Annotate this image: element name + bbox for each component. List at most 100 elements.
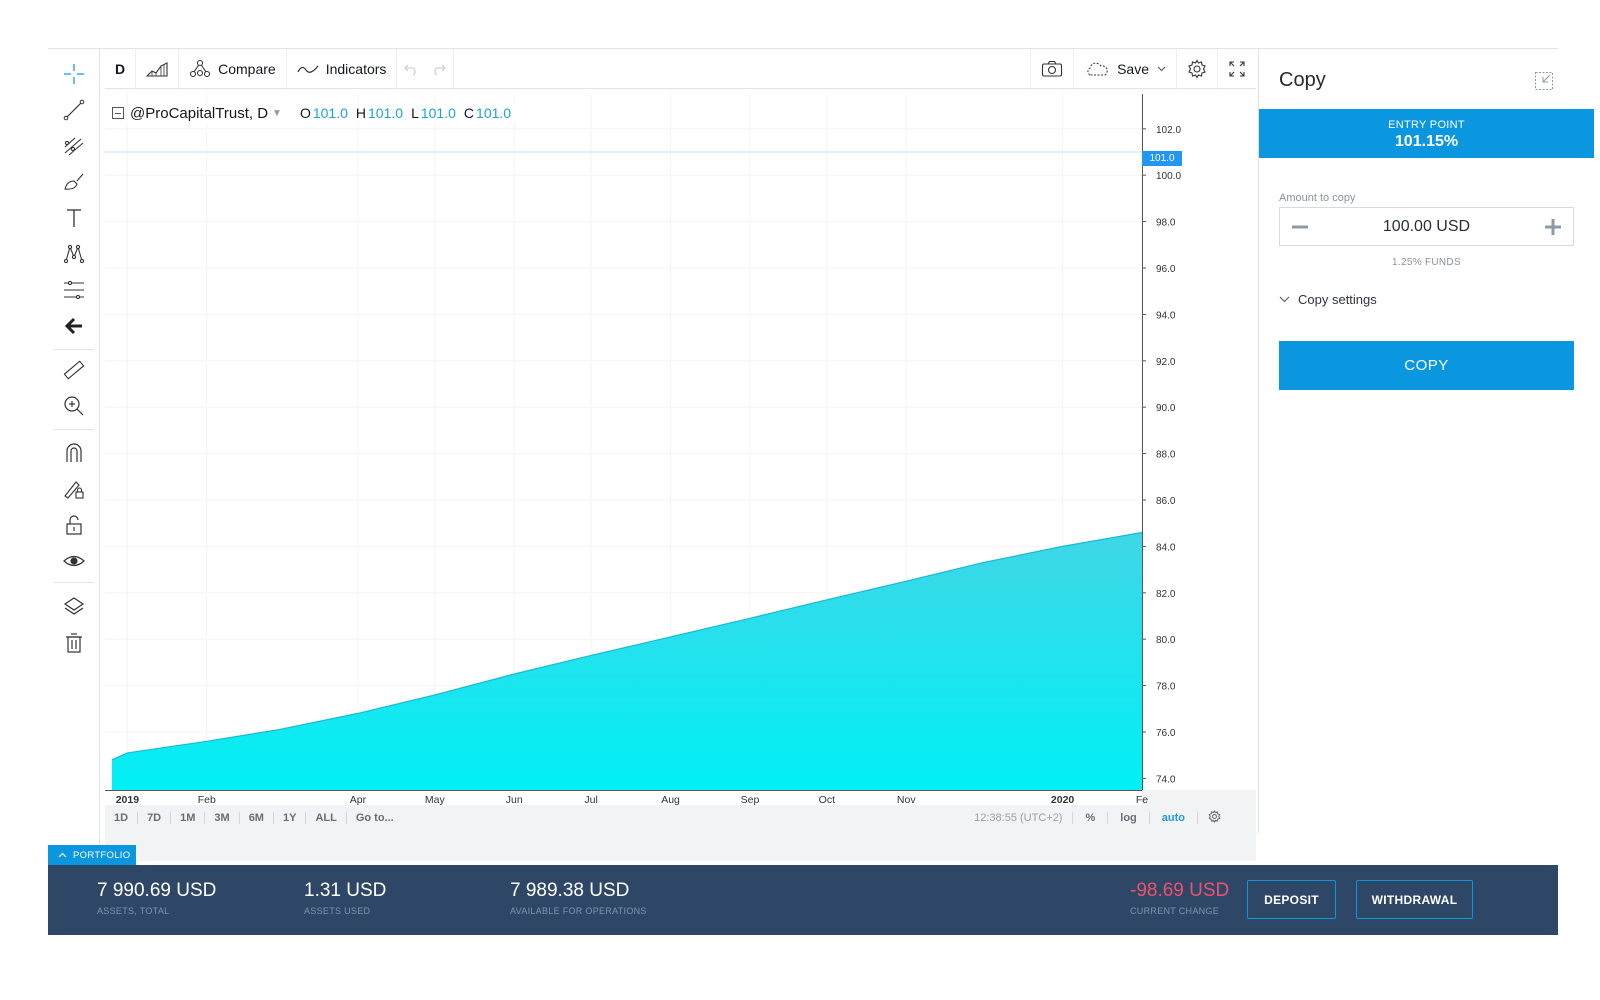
lock-drawing-icon[interactable] (56, 474, 92, 504)
log-toggle[interactable]: log (1108, 811, 1150, 824)
y-tick-label: 96.0 (1156, 264, 1176, 275)
portfolio-tab-label: PORTFOLIO (73, 849, 131, 861)
unlock-icon[interactable] (56, 510, 92, 540)
back-arrow-icon[interactable] (56, 311, 92, 341)
magnet-icon[interactable] (56, 438, 92, 468)
fullscreen-button[interactable] (1218, 49, 1256, 89)
scale-settings-button[interactable] (1198, 809, 1231, 826)
pattern-icon[interactable] (56, 239, 92, 269)
assets-total-value: 7 990.69 USD (97, 880, 217, 901)
price-chart[interactable]: 102.0 100.0 98.0 96.0 94.0 92.0 90.0 88.0 86.0 84… (105, 94, 1256, 861)
y-tick-label: 92.0 (1156, 357, 1176, 368)
trading-app: D Compare Indicators Save 102.0 100.0 98… (48, 48, 1594, 956)
chart-top-toolbar: D Compare Indicators Save (105, 48, 1256, 89)
brush-icon[interactable] (56, 167, 92, 197)
y-tick-label: 88.0 (1156, 450, 1176, 461)
collapse-legend-icon[interactable] (112, 107, 124, 119)
trash-icon[interactable] (56, 628, 92, 658)
crosshair-icon[interactable] (56, 59, 92, 89)
minus-icon (1292, 225, 1308, 228)
auto-toggle[interactable]: auto (1150, 811, 1198, 824)
close-label: C (463, 105, 475, 121)
layers-icon[interactable] (56, 592, 92, 622)
chevron-up-icon (58, 852, 67, 858)
interval-button[interactable]: D (105, 48, 137, 89)
current-change-label: CURRENT CHANGE (1130, 906, 1220, 916)
gear-icon (1188, 58, 1206, 79)
percent-toggle[interactable]: % (1073, 811, 1109, 824)
ruler-icon[interactable] (56, 355, 92, 385)
clock-label: 12:38:55 (UTC+2) (964, 811, 1074, 824)
portfolio-tab[interactable]: PORTFOLIO (48, 845, 136, 865)
decrease-button[interactable] (1280, 208, 1320, 245)
zoom-in-icon[interactable] (56, 391, 92, 421)
fullscreen-icon (1229, 60, 1245, 77)
undo-button[interactable] (397, 49, 425, 89)
y-tick-label: 74.0 (1156, 774, 1176, 785)
chart-area[interactable]: 102.0 100.0 98.0 96.0 94.0 92.0 90.0 88.0 86.0 84… (105, 94, 1256, 861)
redo-icon (434, 64, 447, 75)
assets-total-label: ASSETS, TOTAL (97, 906, 170, 916)
increase-button[interactable] (1533, 208, 1573, 245)
high-value: 101.0 (368, 105, 404, 121)
withdrawal-button[interactable]: WITHDRAWAL (1356, 880, 1473, 919)
compare-icon (190, 59, 211, 77)
caret-down-icon[interactable]: ▼ (272, 108, 282, 119)
range-3m[interactable]: 3M (205, 811, 240, 824)
high-label: H (355, 105, 367, 121)
copy-settings-label: Copy settings (1298, 292, 1377, 307)
y-tick-label: 90.0 (1156, 403, 1176, 414)
y-tick-label: 84.0 (1156, 542, 1176, 553)
y-tick-label: 78.0 (1156, 682, 1176, 693)
amount-label: Amount to copy (1279, 192, 1356, 204)
amount-input[interactable] (1320, 217, 1533, 236)
entry-point-label: ENTRY POINT (1388, 119, 1465, 131)
redo-button[interactable] (425, 48, 455, 89)
interval-label: D (115, 60, 126, 77)
collapse-panel-icon[interactable] (1534, 71, 1554, 91)
range-bar: 1D 7D 1M 3M 6M 1Y ALL Go to... 12:38:55 … (105, 805, 1231, 830)
copy-settings-toggle[interactable]: Copy settings (1279, 292, 1377, 307)
text-icon[interactable] (56, 203, 92, 233)
gear-icon (1208, 809, 1221, 823)
copy-button[interactable]: COPY (1279, 341, 1574, 390)
y-tick-label: 82.0 (1156, 589, 1176, 600)
y-tick-label: 102.0 (1156, 125, 1181, 136)
compare-button[interactable]: Compare (179, 48, 287, 89)
range-all[interactable]: ALL (306, 811, 347, 824)
range-7d[interactable]: 7D (138, 811, 172, 824)
toolbar-divider (54, 429, 94, 430)
assets-used: 1.31 USD ASSETS USED (304, 880, 386, 916)
pitchfork-icon[interactable] (56, 131, 92, 161)
available-value: 7 989.38 USD (510, 880, 630, 901)
toolbar-divider (54, 349, 94, 350)
settings-button[interactable] (1177, 48, 1218, 89)
chart-type-button[interactable] (136, 48, 180, 89)
goto-button[interactable]: Go to... (347, 812, 403, 824)
low-label: L (411, 105, 419, 121)
assets-total: 7 990.69 USD ASSETS, TOTAL (97, 880, 216, 916)
camera-icon (1042, 60, 1063, 77)
assets-used-value: 1.31 USD (304, 880, 387, 901)
available-funds: 7 989.38 USD AVAILABLE FOR OPERATIONS (510, 880, 647, 916)
range-6m[interactable]: 6M (240, 811, 274, 824)
snapshot-button[interactable] (1030, 48, 1075, 89)
current-price-label: 101.0 (1142, 151, 1182, 166)
area-chart-icon (146, 61, 168, 77)
range-1d[interactable]: 1D (105, 811, 139, 824)
symbol-label[interactable]: @ProCapitalTrust, D (130, 105, 268, 122)
indicators-button[interactable]: Indicators (287, 48, 398, 89)
y-tick-label: 86.0 (1156, 496, 1176, 507)
save-button[interactable]: Save (1074, 48, 1177, 89)
trend-line-icon[interactable] (56, 95, 92, 125)
eye-icon[interactable] (56, 546, 92, 576)
range-1m[interactable]: 1M (171, 811, 206, 824)
indicators-label: Indicators (325, 60, 387, 77)
deposit-button[interactable]: DEPOSIT (1247, 880, 1336, 919)
indicators-icon (297, 65, 319, 73)
fib-icon[interactable] (56, 275, 92, 305)
funds-percent-label: 1.25% FUNDS (1392, 257, 1461, 268)
compare-label: Compare (218, 60, 276, 77)
chart-legend: @ProCapitalTrust, D ▼ O 101.0 H 101.0 L 101… (112, 103, 518, 123)
range-1y[interactable]: 1Y (274, 811, 307, 824)
